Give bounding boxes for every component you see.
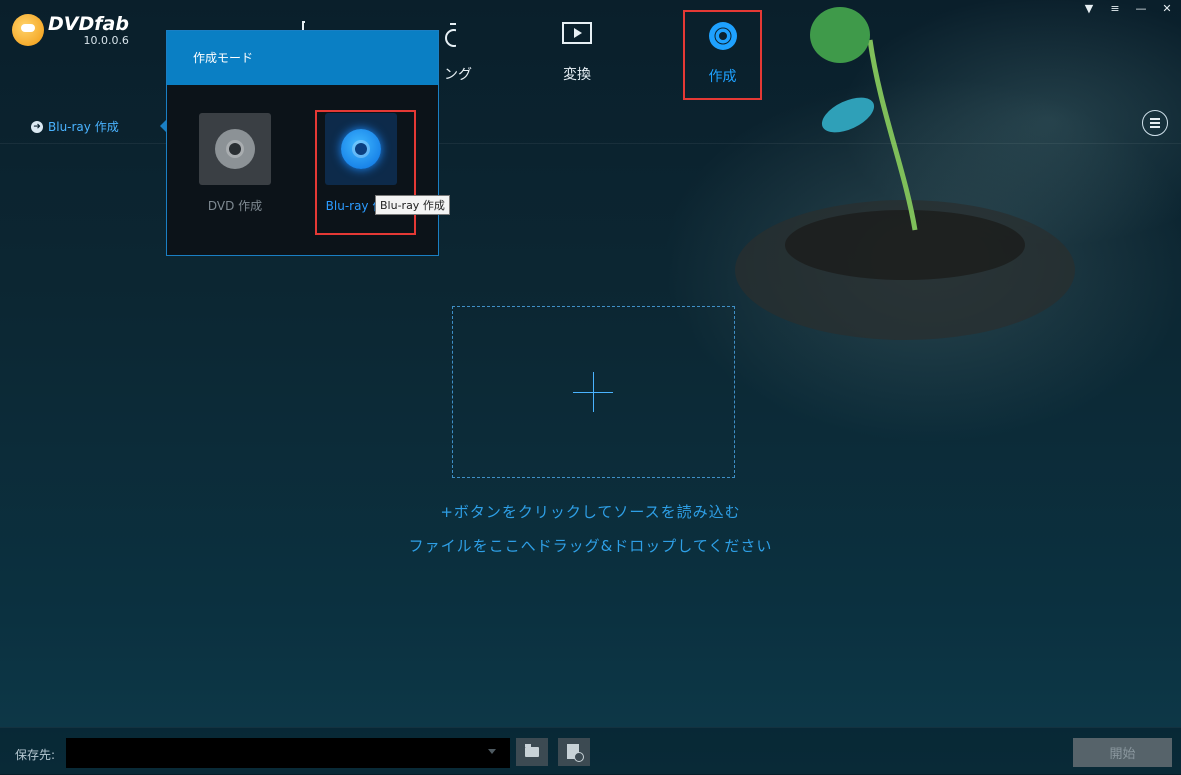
arrow-right-icon: ➜ xyxy=(31,120,43,133)
mascot-logo-icon xyxy=(12,14,44,46)
browse-folder-button[interactable] xyxy=(516,738,548,766)
nav-create[interactable]: 作成 xyxy=(683,10,762,100)
save-path-input[interactable] xyxy=(66,738,510,768)
disc-create-icon xyxy=(708,22,737,50)
iso-file-icon xyxy=(567,744,584,762)
popup-pointer xyxy=(160,119,167,133)
current-mode-link[interactable]: ➜ Blu-ray 作成 xyxy=(31,118,119,135)
dvd-tile[interactable] xyxy=(199,113,271,185)
dvd-disc-icon xyxy=(215,129,255,169)
brand-name: DVDfab xyxy=(48,13,129,35)
list-icon xyxy=(1150,118,1160,120)
iso-output-button[interactable] xyxy=(558,738,590,766)
popup-title: 作成モード xyxy=(167,31,438,85)
shirt-icon[interactable]: ▼ xyxy=(1083,2,1095,15)
app-version: 10.0.0.6 xyxy=(83,34,129,47)
nav-convert[interactable]: 変換 xyxy=(537,18,617,84)
video-icon xyxy=(562,22,592,44)
current-mode-label: Blu-ray 作成 xyxy=(48,120,119,134)
drop-hint-line1: +ボタンをクリックしてソースを読み込む xyxy=(440,503,741,521)
drop-hint-line2: ファイルをここへドラッグ&ドロップしてください xyxy=(408,537,773,555)
dropdown-icon[interactable]: ≡ xyxy=(1109,2,1121,15)
mode-dvd-create[interactable]: DVD 作成 xyxy=(185,113,285,214)
tooltip: Blu-ray 作成 xyxy=(375,195,450,215)
close-icon[interactable]: ✕ xyxy=(1161,2,1173,15)
mode-dvd-label: DVD 作成 xyxy=(207,199,263,213)
save-to-label: 保存先: xyxy=(15,748,56,762)
minimize-icon[interactable]: — xyxy=(1135,2,1147,15)
window-controls: ▼ ≡ — ✕ xyxy=(1083,2,1173,15)
list-menu-button[interactable] xyxy=(1142,110,1168,136)
folder-icon xyxy=(525,744,539,757)
save-path-dropdown-icon[interactable] xyxy=(488,749,496,754)
start-button[interactable]: 開始 xyxy=(1073,738,1172,767)
nav-label-create: 作成 xyxy=(708,69,737,85)
app-logo: DVDfab 10.0.0.6 xyxy=(12,14,129,47)
nav-label-copy: ング xyxy=(444,67,472,83)
nav-label-convert: 変換 xyxy=(563,67,591,83)
highlight-box xyxy=(315,110,416,235)
